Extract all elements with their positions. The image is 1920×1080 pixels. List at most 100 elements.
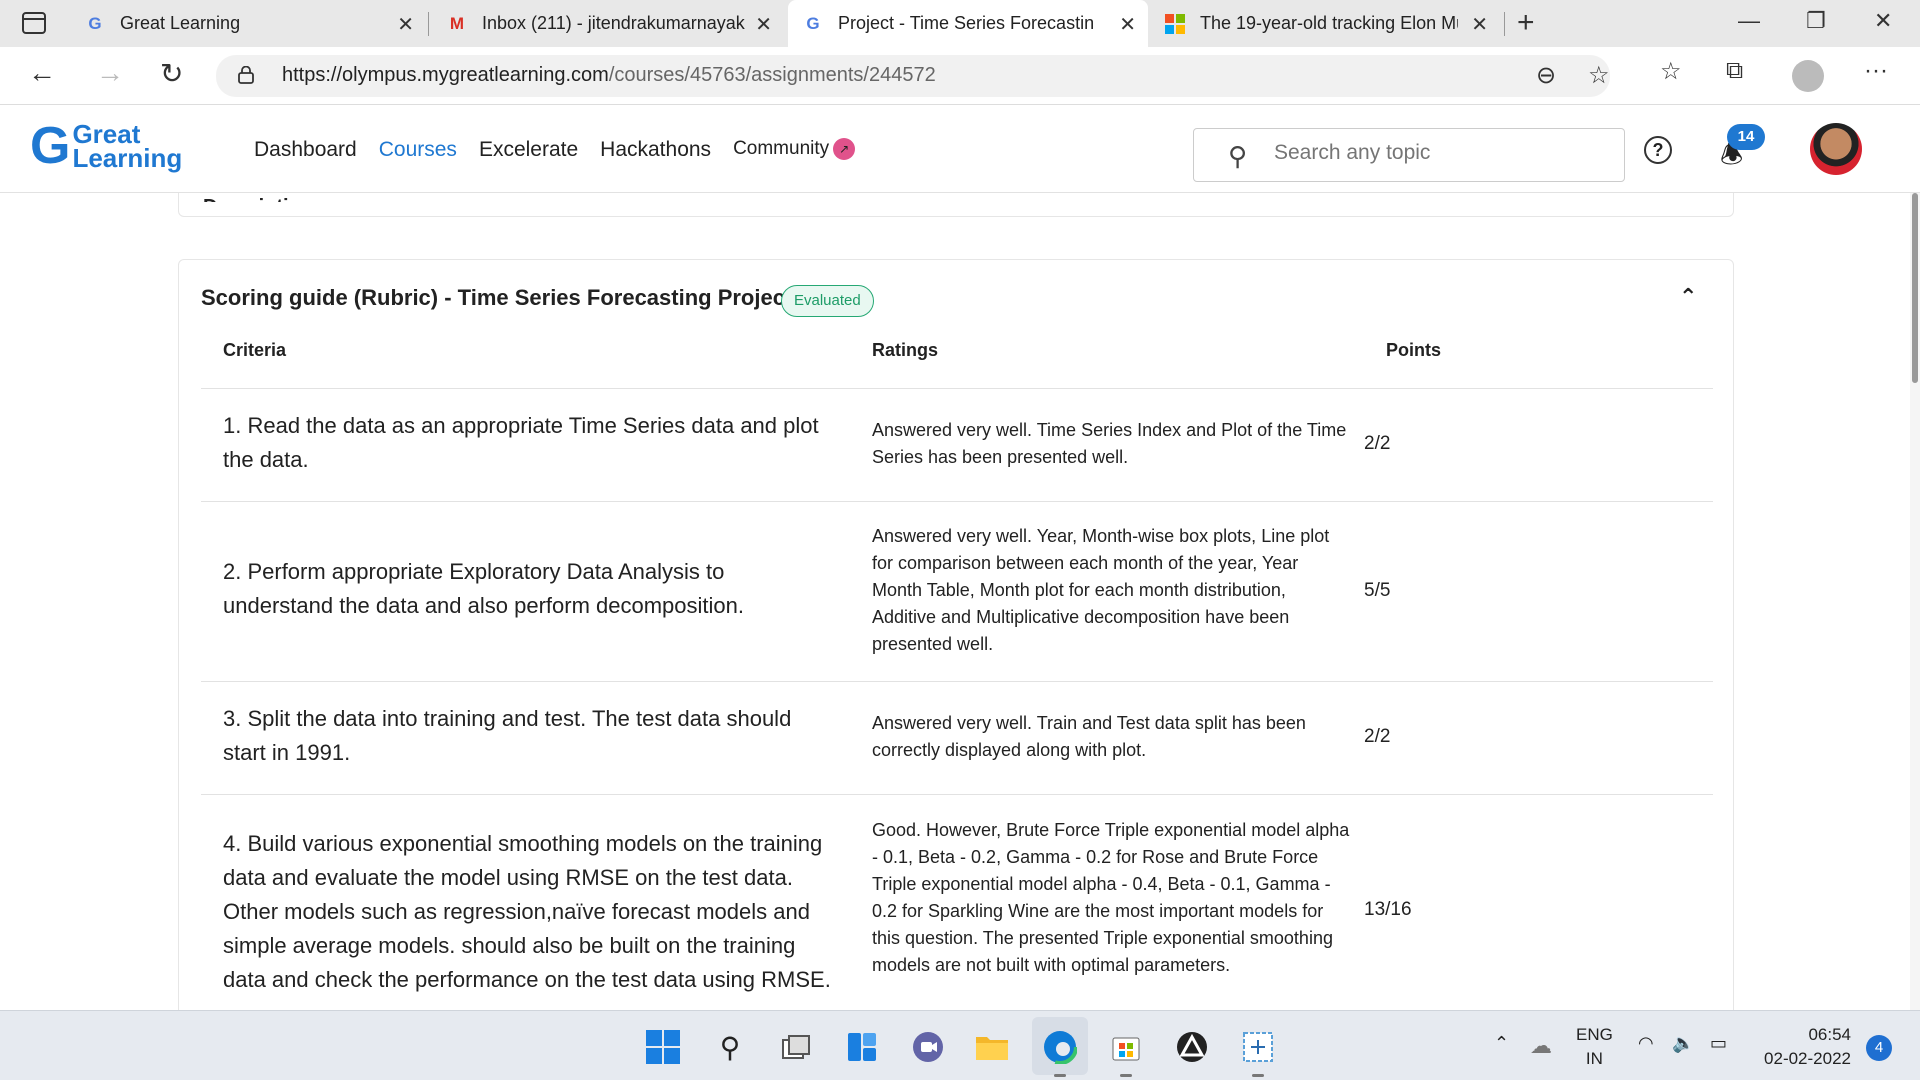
page-scrollbar[interactable] xyxy=(1910,193,1920,1010)
widgets-icon[interactable] xyxy=(844,1029,880,1065)
nav-hackathons[interactable]: Hackathons xyxy=(600,138,711,162)
close-tab-icon[interactable]: ✕ xyxy=(397,12,414,37)
site-header: G Great Learning Dashboard Courses Excel… xyxy=(0,106,1920,193)
rating-cell: Good. However, Brute Force Triple expone… xyxy=(872,820,1350,975)
url-text[interactable]: https://olympus.mygreatlearning.com/cour… xyxy=(282,64,936,87)
reload-icon[interactable]: ↻ xyxy=(160,57,183,90)
logo-line-2: Learning xyxy=(72,143,183,173)
new-tab-icon[interactable]: + xyxy=(1517,6,1535,40)
main-content: Description Scoring guide (Rubric) - Tim… xyxy=(0,193,1920,1010)
microsoft-store-icon[interactable] xyxy=(1108,1029,1144,1077)
onedrive-cloud-icon[interactable]: ☁ xyxy=(1530,1033,1552,1059)
logo-g-icon: G xyxy=(30,117,71,175)
region-label: IN xyxy=(1585,1049,1603,1068)
language-indicator[interactable]: ENG IN xyxy=(1576,1023,1613,1071)
edge-browser-icon[interactable] xyxy=(1042,1029,1078,1077)
browser-profile-icon[interactable] xyxy=(1792,60,1824,92)
chat-icon[interactable] xyxy=(910,1029,946,1065)
rating-cell: Answered very well. Year, Month-wise box… xyxy=(872,526,1330,654)
tab-title: The 19-year-old tracking Elon Mu xyxy=(1200,13,1458,33)
tab-title: Great Learning xyxy=(120,13,241,33)
browser-tab[interactable]: The 19-year-old tracking Elon Mu ✕ xyxy=(1150,0,1500,47)
browser-tab[interactable]: M Inbox (211) - jitendrakumarnayak ✕ xyxy=(432,0,784,47)
tab-divider xyxy=(1504,12,1505,36)
user-avatar[interactable] xyxy=(1810,123,1862,175)
rating-cell: Answered very well. Time Series Index an… xyxy=(872,420,1347,467)
forward-icon[interactable]: → xyxy=(96,57,124,89)
search-box[interactable]: ⚲ xyxy=(1193,128,1625,182)
browser-tab[interactable]: G Great Learning ✕ xyxy=(70,0,426,47)
rating-cell: Answered very well. Train and Test data … xyxy=(872,713,1306,760)
clock-time: 06:54 xyxy=(1808,1025,1851,1044)
show-hidden-icons-icon[interactable]: ⌃ xyxy=(1494,1033,1509,1054)
nav-community-label: Community xyxy=(733,138,830,160)
search-input[interactable] xyxy=(1274,141,1604,165)
great-learning-favicon-icon: G xyxy=(806,13,820,33)
lock-icon[interactable] xyxy=(238,66,254,84)
windows-taskbar: ⚲ ⌃ ☁ ENG IN ◠ 🔈 ▭ 06:54 02-02-2022 4 xyxy=(0,1010,1920,1080)
tab-title: Project - Time Series Forecasting xyxy=(838,13,1093,33)
criteria-cell: 4. Build various exponential smoothing m… xyxy=(223,831,831,992)
tab-actions-icon[interactable] xyxy=(22,12,46,34)
points-cell: 13/16 xyxy=(1364,899,1412,920)
minimize-icon[interactable]: — xyxy=(1738,8,1760,34)
table-row: 2. Perform appropriate Exploratory Data … xyxy=(201,501,1713,681)
browser-tab-strip: G Great Learning ✕ M Inbox (211) - jiten… xyxy=(0,0,1920,47)
chevron-up-icon[interactable]: ⌃ xyxy=(1679,284,1697,310)
rubric-card: Scoring guide (Rubric) - Time Series For… xyxy=(178,259,1734,1010)
volume-icon[interactable]: 🔈 xyxy=(1672,1033,1694,1054)
file-explorer-icon[interactable] xyxy=(974,1029,1010,1065)
trending-icon: ↗ xyxy=(833,138,856,160)
points-cell: 2/2 xyxy=(1364,433,1391,454)
column-header-points: Points xyxy=(1386,340,1442,360)
url-path: /courses/45763/assignments/244572 xyxy=(608,64,936,86)
gmail-favicon-icon: M xyxy=(449,13,465,33)
restore-icon[interactable]: ❐ xyxy=(1806,8,1826,34)
back-icon[interactable]: ← xyxy=(28,57,56,89)
description-heading: Description xyxy=(203,196,313,202)
task-view-icon[interactable] xyxy=(778,1029,814,1065)
scrollbar-thumb[interactable] xyxy=(1912,193,1918,383)
collections-icon[interactable]: ⧉ xyxy=(1726,57,1743,85)
close-tab-icon[interactable]: ✕ xyxy=(1471,12,1488,37)
points-cell: 2/2 xyxy=(1364,726,1391,747)
favorites-icon[interactable]: ☆ xyxy=(1660,57,1682,86)
close-window-icon[interactable]: ✕ xyxy=(1874,8,1892,34)
main-nav: Dashboard Courses Excelerate Hackathons … xyxy=(254,138,856,162)
system-clock[interactable]: 06:54 02-02-2022 xyxy=(1755,1023,1851,1071)
windows-start-icon[interactable] xyxy=(645,1029,681,1065)
table-row: 3. Split the data into training and test… xyxy=(201,681,1713,794)
criteria-cell: 1. Read the data as an appropriate Time … xyxy=(223,413,819,472)
nav-excelerate[interactable]: Excelerate xyxy=(479,138,578,162)
more-options-icon[interactable]: ··· xyxy=(1864,57,1888,85)
url-host: https://olympus.mygreatlearning.com xyxy=(282,64,609,86)
search-icon: ⚲ xyxy=(1228,141,1248,171)
search-icon[interactable]: ⚲ xyxy=(712,1029,748,1065)
nav-community[interactable]: Community ↗ xyxy=(733,138,856,162)
rubric-table: 1. Read the data as an appropriate Time … xyxy=(201,388,1713,1010)
browser-toolbar: ← → ↻ https://olympus.mygreatlearning.co… xyxy=(0,47,1920,105)
rubric-title: Scoring guide (Rubric) - Time Series For… xyxy=(201,285,826,310)
notification-center-badge[interactable]: 4 xyxy=(1866,1035,1892,1061)
wifi-icon[interactable]: ◠ xyxy=(1638,1033,1654,1054)
add-favorite-icon[interactable]: ☆ xyxy=(1588,61,1610,90)
address-bar[interactable]: https://olympus.mygreatlearning.com/cour… xyxy=(216,55,1610,97)
clock-date: 02-02-2022 xyxy=(1764,1049,1851,1068)
app-pinned-icon[interactable] xyxy=(1174,1029,1210,1065)
tab-divider xyxy=(428,12,429,36)
close-tab-icon[interactable]: ✕ xyxy=(755,12,772,37)
notification-badge: 14 xyxy=(1727,124,1765,150)
zoom-icon[interactable]: ⊖ xyxy=(1536,61,1556,90)
great-learning-logo[interactable]: G Great Learning xyxy=(30,120,182,172)
battery-icon[interactable]: ▭ xyxy=(1710,1033,1727,1054)
language-label: ENG xyxy=(1576,1025,1613,1044)
snipping-tool-icon[interactable] xyxy=(1240,1029,1276,1077)
great-learning-favicon-icon: G xyxy=(88,13,102,33)
nav-courses[interactable]: Courses xyxy=(379,138,457,162)
help-icon[interactable]: ? xyxy=(1644,136,1672,164)
nav-dashboard[interactable]: Dashboard xyxy=(254,138,357,162)
status-badge: Evaluated xyxy=(781,285,874,317)
browser-tab-active[interactable]: G Project - Time Series Forecasting ✕ xyxy=(788,0,1148,47)
logo-text: Great Learning xyxy=(72,121,183,173)
close-tab-icon[interactable]: ✕ xyxy=(1119,12,1136,37)
